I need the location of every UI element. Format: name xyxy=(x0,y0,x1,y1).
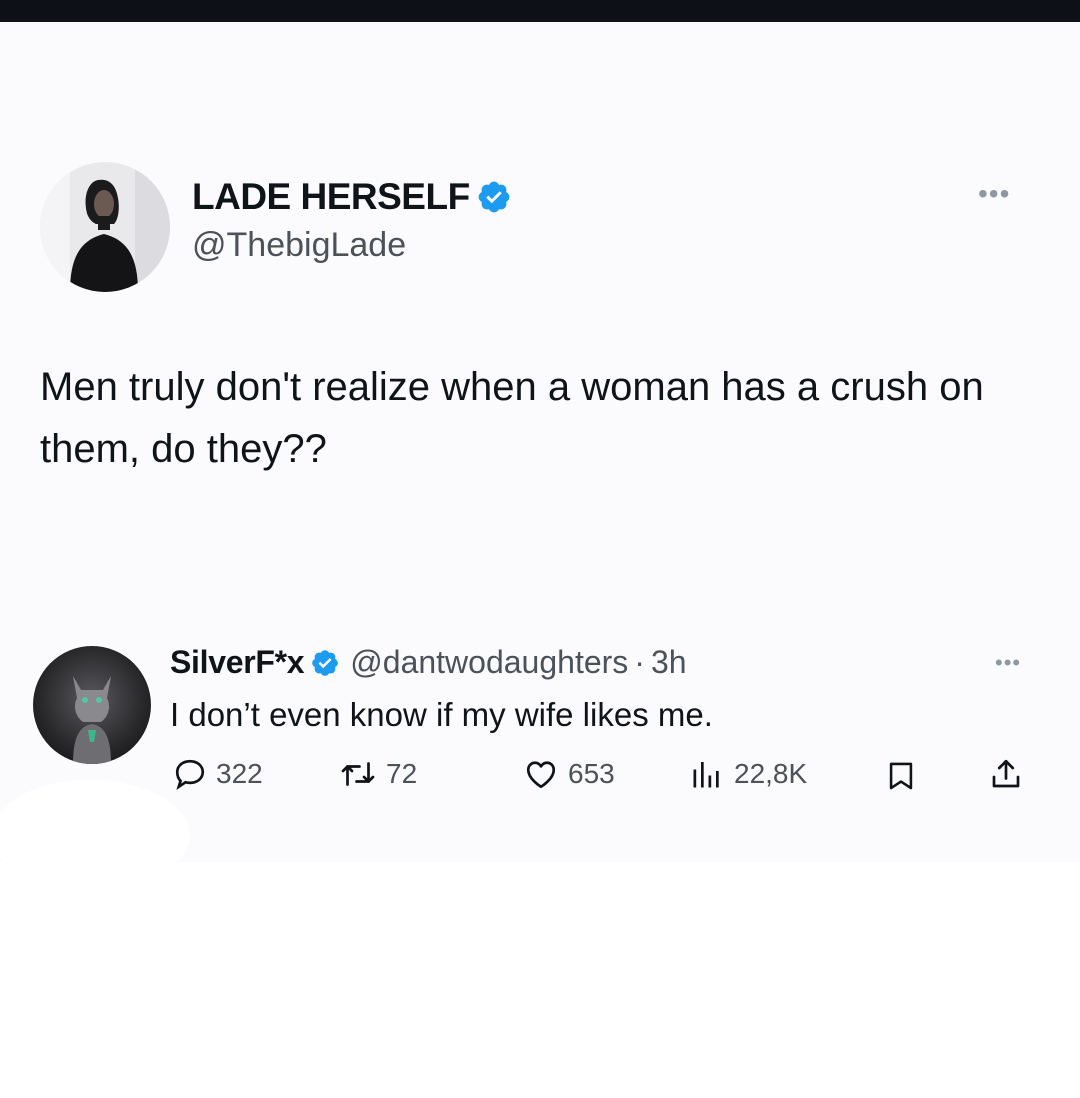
reply-button[interactable]: 322 xyxy=(172,754,263,794)
separator-dot: · xyxy=(634,644,645,680)
repost-icon xyxy=(341,762,375,786)
views-icon xyxy=(693,762,719,788)
reply-timestamp[interactable]: 3h xyxy=(651,644,687,681)
tweet-text: Men truly don't realize when a woman has… xyxy=(40,365,984,471)
comment-icon xyxy=(175,759,205,790)
author-handle[interactable]: @ThebigLade xyxy=(192,226,406,265)
lower-panel xyxy=(0,862,1080,1098)
author-avatar[interactable] xyxy=(40,162,170,292)
status-bar xyxy=(0,0,1080,22)
verified-badge-icon xyxy=(476,179,512,215)
more-options-icon[interactable]: ••• xyxy=(978,180,1010,208)
reply-count: 322 xyxy=(216,758,263,789)
views-button[interactable]: 22,8K xyxy=(688,754,807,794)
bookmark-button[interactable] xyxy=(884,756,918,796)
heart-icon xyxy=(526,761,556,789)
reply-more-options-icon[interactable]: ••• xyxy=(995,652,1021,674)
like-count: 653 xyxy=(568,758,615,789)
repost-count: 72 xyxy=(386,758,418,789)
reply-text: I don’t even know if my wife likes me. xyxy=(170,696,713,733)
verified-badge-icon xyxy=(310,648,340,678)
reply-header: SilverF*x @dantwodaughters · 3h xyxy=(170,644,687,681)
author-name-text[interactable]: LADE HERSELF xyxy=(192,176,470,218)
reply-author-handle[interactable]: @dantwodaughters xyxy=(350,644,628,681)
reply-author-name[interactable]: SilverF*x xyxy=(170,644,305,681)
bookmark-icon xyxy=(889,762,913,790)
share-button[interactable] xyxy=(988,754,1024,794)
author-name[interactable]: LADE HERSELF xyxy=(192,176,512,218)
reply-author-avatar[interactable] xyxy=(33,646,151,764)
views-count: 22,8K xyxy=(734,758,808,789)
like-button[interactable]: 653 xyxy=(522,754,615,794)
repost-button[interactable]: 72 xyxy=(338,754,417,794)
share-icon xyxy=(992,759,1020,788)
